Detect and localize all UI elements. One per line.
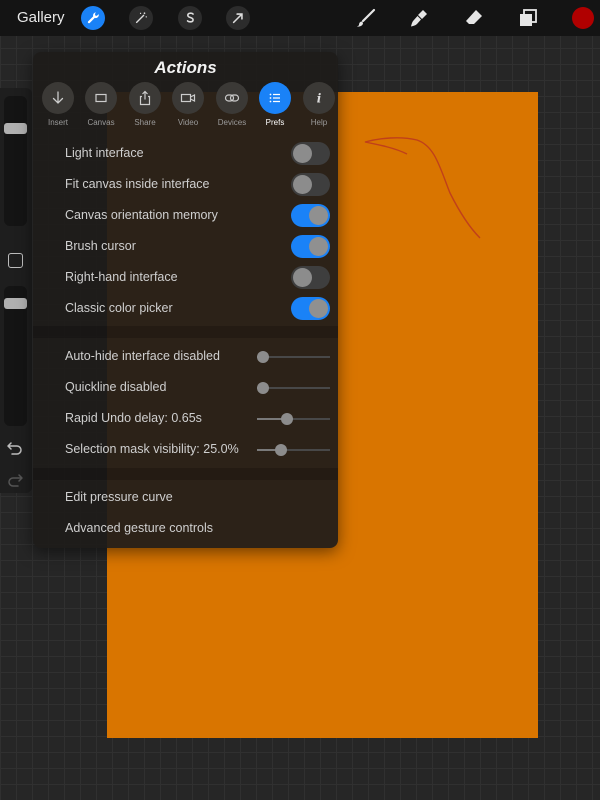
tab-insert[interactable]: Insert xyxy=(38,82,78,127)
pref-label: Right-hand interface xyxy=(65,270,178,284)
pref-classic-color-picker: Classic color picker xyxy=(33,293,338,324)
pref-quickline: Quickline disabled xyxy=(33,372,338,403)
actions-wrench-button[interactable] xyxy=(81,6,105,30)
brush-tool[interactable] xyxy=(354,6,378,30)
adjustments-button[interactable] xyxy=(129,6,153,30)
tab-label: Prefs xyxy=(265,118,285,127)
list-icon xyxy=(269,93,280,103)
arrow-down-icon xyxy=(52,91,64,104)
drawn-stroke xyxy=(364,137,481,239)
info-icon: i xyxy=(317,92,322,106)
smudge-tool[interactable] xyxy=(407,6,431,30)
brush-icon xyxy=(357,8,376,27)
magic-wand-icon xyxy=(135,12,147,24)
selection-mask-visibility-slider[interactable] xyxy=(257,444,330,456)
pref-label: Edit pressure curve xyxy=(65,490,173,504)
pref-light-interface: Light interface xyxy=(33,138,338,169)
actions-tabs: Insert Canvas Share Video Devices Prefs … xyxy=(37,82,335,132)
tab-devices[interactable]: Devices xyxy=(212,82,252,127)
pref-label: Auto-hide interface disabled xyxy=(65,349,220,363)
classic-color-picker-toggle[interactable] xyxy=(291,297,330,320)
pref-label: Selection mask visibility: 25.0% xyxy=(65,442,239,456)
rectangle-icon xyxy=(95,93,107,103)
layers-tool[interactable] xyxy=(516,6,540,30)
selection-s-icon xyxy=(186,12,194,23)
smudge-icon xyxy=(411,10,427,27)
redo-icon[interactable] xyxy=(6,472,24,488)
tab-video[interactable]: Video xyxy=(168,82,208,127)
pref-label: Advanced gesture controls xyxy=(65,521,214,535)
brush-cursor-toggle[interactable] xyxy=(291,235,330,258)
pref-fit-canvas: Fit canvas inside interface xyxy=(33,169,338,200)
pref-label: Fit canvas inside interface xyxy=(65,177,210,191)
undo-icon[interactable] xyxy=(6,440,24,456)
advanced-gesture-controls-link[interactable]: Advanced gesture controls xyxy=(33,513,338,544)
current-color-swatch[interactable] xyxy=(572,7,594,29)
pref-label: Canvas orientation memory xyxy=(65,208,218,222)
link-icon xyxy=(224,94,240,102)
section-divider xyxy=(33,468,338,480)
tab-label: Help xyxy=(310,118,328,127)
gallery-button[interactable]: Gallery xyxy=(17,9,65,26)
actions-panel: Actions Insert Canvas Share Video Device… xyxy=(33,52,338,548)
pref-selection-mask-visibility: Selection mask visibility: 25.0% xyxy=(33,434,338,465)
wrench-icon xyxy=(87,12,99,24)
tab-label: Share xyxy=(134,118,156,127)
pref-label: Brush cursor xyxy=(65,239,136,253)
share-icon xyxy=(139,90,151,106)
light-interface-toggle[interactable] xyxy=(291,142,330,165)
tab-label: Insert xyxy=(47,118,68,127)
eraser-icon xyxy=(466,10,482,24)
brush-size-slider[interactable] xyxy=(4,96,27,226)
tab-share[interactable]: Share xyxy=(125,82,165,127)
eraser-tool[interactable] xyxy=(462,6,486,30)
quickline-slider[interactable] xyxy=(257,382,330,394)
left-sidebar xyxy=(0,88,32,493)
transform-button[interactable] xyxy=(226,6,250,30)
tab-label: Video xyxy=(177,118,199,127)
pref-canvas-orientation-memory: Canvas orientation memory xyxy=(33,200,338,231)
brush-size-knob[interactable] xyxy=(4,123,27,135)
modify-square-icon[interactable] xyxy=(8,253,23,268)
tab-prefs[interactable]: Prefs xyxy=(255,82,295,127)
pref-label: Rapid Undo delay: 0.65s xyxy=(65,411,202,425)
pref-rapid-undo-delay: Rapid Undo delay: 0.65s xyxy=(33,403,338,434)
section-divider xyxy=(33,326,338,338)
panel-title: Actions xyxy=(154,58,217,77)
pref-label: Classic color picker xyxy=(65,301,173,315)
pref-brush-cursor: Brush cursor xyxy=(33,231,338,262)
edit-pressure-curve-link[interactable]: Edit pressure curve xyxy=(33,482,338,513)
selection-button[interactable] xyxy=(178,6,202,30)
brush-opacity-knob[interactable] xyxy=(4,297,27,309)
fit-canvas-toggle[interactable] xyxy=(291,173,330,196)
canvas-orientation-memory-toggle[interactable] xyxy=(291,204,330,227)
rapid-undo-delay-slider[interactable] xyxy=(257,413,330,425)
transform-arrow-icon xyxy=(232,13,243,24)
layers-icon xyxy=(520,9,537,26)
top-toolbar: Gallery xyxy=(0,0,600,36)
tab-label: Devices xyxy=(217,118,247,127)
tab-label: Canvas xyxy=(87,118,115,127)
tab-canvas[interactable]: Canvas xyxy=(81,82,121,127)
auto-hide-slider[interactable] xyxy=(257,351,330,363)
pref-right-hand-interface: Right-hand interface xyxy=(33,262,338,293)
right-hand-interface-toggle[interactable] xyxy=(291,266,330,289)
pref-label: Quickline disabled xyxy=(65,380,167,394)
pref-label: Light interface xyxy=(65,146,144,160)
video-camera-icon xyxy=(180,93,196,103)
pref-auto-hide: Auto-hide interface disabled xyxy=(33,341,338,372)
svg-text:i: i xyxy=(317,92,322,106)
tab-help[interactable]: i Help xyxy=(299,82,338,127)
